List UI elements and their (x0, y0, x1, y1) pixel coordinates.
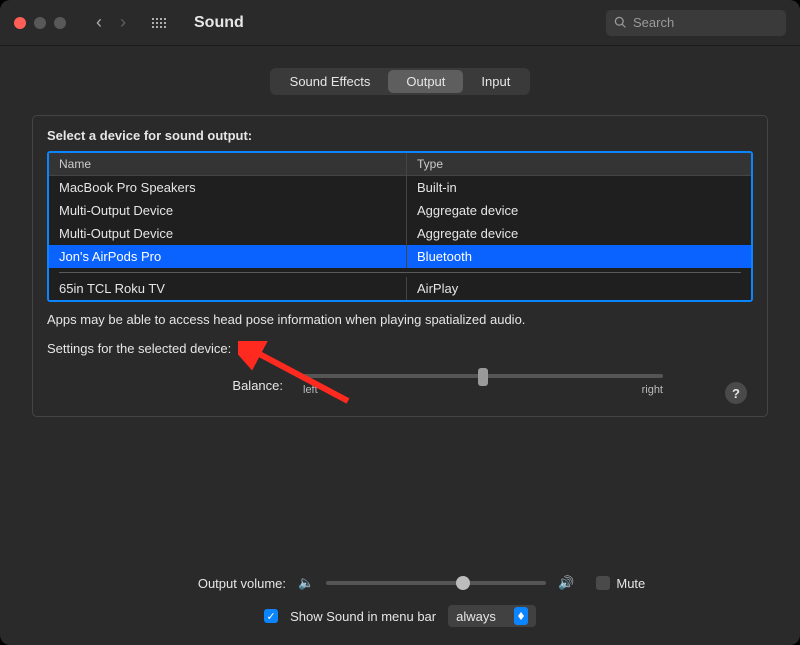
tab-input[interactable]: Input (463, 70, 528, 93)
window-title: Sound (194, 14, 244, 32)
nav-arrows: ‹ › (96, 12, 126, 33)
help-button[interactable]: ? (725, 382, 747, 404)
output-panel: Select a device for sound output: Name T… (32, 115, 768, 417)
show-in-menubar-checkbox[interactable] (264, 609, 278, 623)
device-table: Name Type MacBook Pro Speakers Built-in … (47, 151, 753, 302)
output-volume-slider[interactable] (326, 581, 546, 585)
menubar-visibility-select[interactable]: always (448, 605, 536, 627)
select-device-label: Select a device for sound output: (33, 128, 767, 151)
zoom-window-button[interactable] (54, 17, 66, 29)
search-placeholder: Search (633, 15, 674, 30)
row-separator (59, 272, 741, 273)
show-all-icon[interactable] (152, 18, 166, 28)
settings-for-device-label: Settings for the selected device: (33, 327, 767, 356)
balance-slider[interactable] (303, 374, 663, 378)
spatial-audio-note: Apps may be able to access head pose inf… (33, 302, 767, 327)
device-rows: MacBook Pro Speakers Built-in Multi-Outp… (49, 176, 751, 300)
balance-right-label: right (642, 384, 663, 396)
balance-left-label: left (303, 384, 318, 396)
titlebar: ‹ › Sound Search (0, 0, 800, 46)
device-row[interactable]: Multi-Output Device Aggregate device (49, 222, 751, 245)
column-type-header[interactable]: Type (407, 153, 751, 175)
select-stepper-icon (514, 607, 528, 625)
output-volume-knob[interactable] (456, 576, 470, 590)
mute-control: Mute (596, 576, 645, 591)
device-row[interactable]: Jon's AirPods Pro Bluetooth (49, 245, 751, 268)
speaker-high-icon: 🔊 (558, 575, 574, 591)
forward-button[interactable]: › (120, 12, 126, 33)
mute-label: Mute (616, 576, 645, 591)
window-controls (14, 17, 66, 29)
balance-label: Balance: (47, 378, 287, 393)
search-icon (614, 16, 627, 29)
balance-control: Balance: left right (33, 356, 767, 400)
table-header: Name Type (49, 153, 751, 176)
device-name: 65in TCL Roku TV (49, 277, 407, 300)
menubar-row: Show Sound in menu bar always (32, 595, 768, 627)
device-row[interactable]: Multi-Output Device Aggregate device (49, 199, 751, 222)
device-row[interactable]: MacBook Pro Speakers Built-in (49, 176, 751, 199)
output-volume-row: Output volume: 🔈 🔊 Mute (32, 571, 768, 595)
output-volume-label: Output volume: (46, 576, 286, 591)
show-in-menubar-label: Show Sound in menu bar (290, 609, 436, 624)
minimize-window-button[interactable] (34, 17, 46, 29)
device-type: Aggregate device (407, 222, 751, 245)
device-type: AirPlay (407, 277, 751, 300)
column-name-header[interactable]: Name (49, 153, 407, 175)
tab-sound-effects[interactable]: Sound Effects (272, 70, 389, 93)
back-button[interactable]: ‹ (96, 12, 102, 33)
tab-bar: Sound Effects Output Input (270, 68, 531, 95)
footer: Output volume: 🔈 🔊 Mute Show Sound in me… (32, 551, 768, 627)
speaker-low-icon: 🔈 (298, 575, 314, 591)
device-name: MacBook Pro Speakers (49, 176, 407, 199)
content-area: Sound Effects Output Input Select a devi… (0, 46, 800, 645)
device-type: Aggregate device (407, 199, 751, 222)
device-name: Jon's AirPods Pro (49, 245, 407, 268)
device-row[interactable]: 65in TCL Roku TV AirPlay (49, 277, 751, 300)
balance-slider-knob[interactable] (478, 368, 488, 386)
close-window-button[interactable] (14, 17, 26, 29)
search-field[interactable]: Search (606, 10, 786, 36)
sound-preferences-window: ‹ › Sound Search Sound Effects Output In… (0, 0, 800, 645)
device-name: Multi-Output Device (49, 222, 407, 245)
tab-output[interactable]: Output (388, 70, 463, 93)
device-type: Built-in (407, 176, 751, 199)
mute-checkbox[interactable] (596, 576, 610, 590)
device-name: Multi-Output Device (49, 199, 407, 222)
device-type: Bluetooth (407, 245, 751, 268)
menubar-select-value: always (456, 609, 496, 624)
